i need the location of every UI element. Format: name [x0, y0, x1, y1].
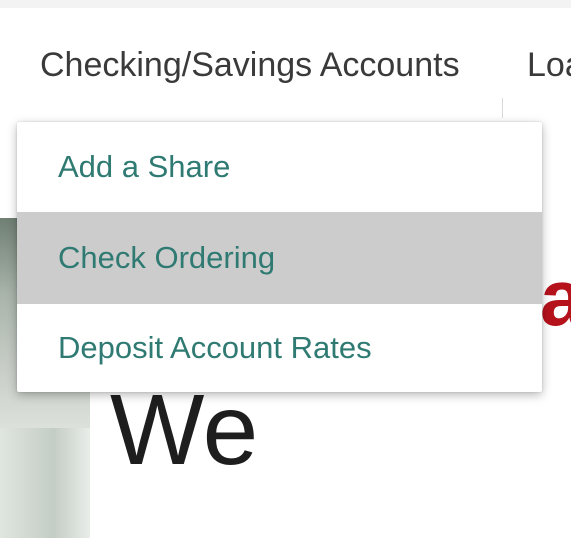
menu-item-check-ordering[interactable]: Check Ordering	[17, 212, 542, 304]
checking-savings-dropdown: Add a Share Check Ordering Deposit Accou…	[17, 122, 542, 392]
nav-item-checking-savings[interactable]: Checking/Savings Accounts	[40, 46, 460, 85]
main-nav: Checking/Savings Accounts Loa	[0, 8, 571, 126]
hero-accent-text: a	[540, 253, 571, 342]
nav-item-loans[interactable]: Loa	[527, 46, 571, 85]
menu-item-deposit-account-rates[interactable]: Deposit Account Rates	[17, 304, 542, 392]
hero-photo-detail	[0, 428, 90, 538]
menu-item-add-a-share[interactable]: Add a Share	[17, 122, 542, 212]
top-strip	[0, 0, 571, 8]
hero-headline: We	[110, 374, 259, 486]
